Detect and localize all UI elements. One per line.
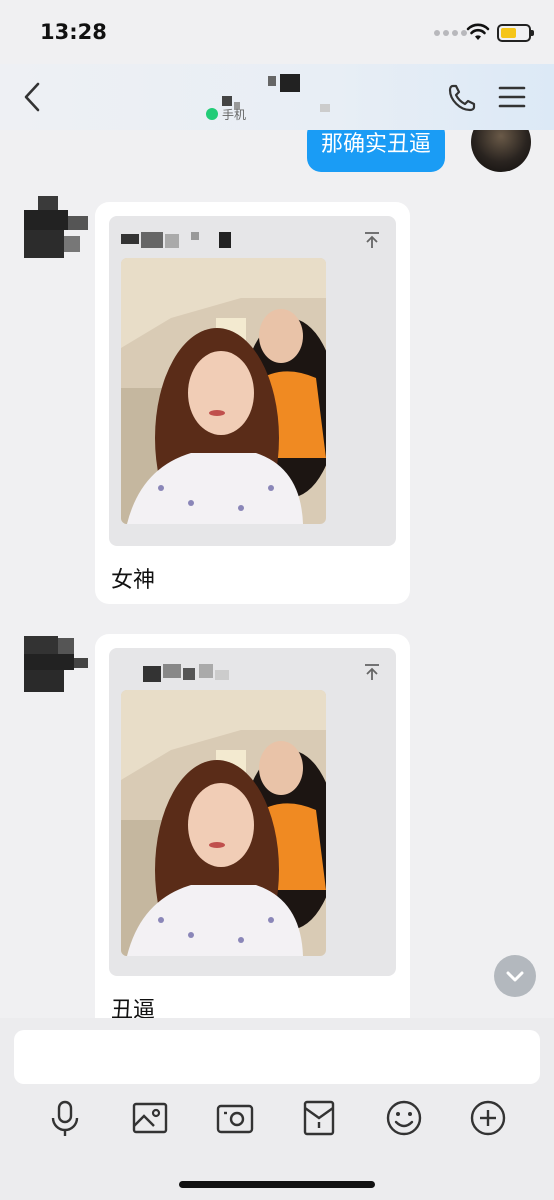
contact-name-pixelated: 手机 — [200, 72, 350, 122]
camera-icon[interactable] — [213, 1096, 257, 1140]
self-avatar[interactable] — [471, 130, 531, 172]
pin-top-icon[interactable] — [362, 662, 382, 682]
message-input[interactable] — [14, 1030, 540, 1084]
battery-icon — [497, 24, 534, 42]
emoji-icon[interactable] — [382, 1096, 426, 1140]
scroll-to-bottom-button[interactable] — [494, 955, 536, 997]
status-bar: 13:28 — [0, 0, 554, 64]
post-photo[interactable] — [121, 258, 326, 524]
image-icon[interactable] — [128, 1096, 172, 1140]
sender-avatar[interactable] — [24, 636, 88, 700]
back-button[interactable] — [18, 80, 48, 114]
menu-button[interactable] — [498, 84, 526, 110]
message-composer — [0, 1018, 554, 1200]
sender-avatar[interactable] — [24, 196, 88, 260]
post-author-pixelated — [121, 662, 241, 684]
pin-top-icon[interactable] — [362, 230, 382, 250]
post-preview[interactable] — [109, 216, 396, 546]
post-caption: 丑逼 — [111, 998, 156, 1020]
chat-messages[interactable]: 那确实丑逼 女神 丑逼 — [0, 130, 554, 1020]
home-indicator[interactable] — [179, 1181, 375, 1188]
microphone-icon[interactable] — [43, 1096, 87, 1140]
wifi-icon — [466, 23, 490, 40]
status-time: 13:28 — [40, 20, 107, 44]
chat-header: 手机 — [0, 64, 554, 130]
plus-icon[interactable] — [466, 1096, 510, 1140]
signal-icon — [434, 30, 467, 36]
online-status-text: 手机 — [222, 108, 247, 122]
post-author-pixelated — [121, 230, 241, 252]
outgoing-message-bubble[interactable]: 那确实丑逼 — [307, 130, 446, 172]
forwarded-post-card[interactable]: 女神 — [95, 202, 410, 604]
post-caption: 女神 — [111, 568, 156, 593]
post-photo[interactable] — [121, 690, 326, 956]
post-preview[interactable] — [109, 648, 396, 976]
phone-call-button[interactable] — [446, 82, 478, 114]
red-packet-icon[interactable] — [297, 1096, 341, 1140]
online-status-dot — [206, 108, 218, 120]
chevron-down-icon — [506, 971, 524, 982]
forwarded-post-card[interactable]: 丑逼 — [95, 634, 410, 1020]
battery-fill — [501, 28, 517, 38]
